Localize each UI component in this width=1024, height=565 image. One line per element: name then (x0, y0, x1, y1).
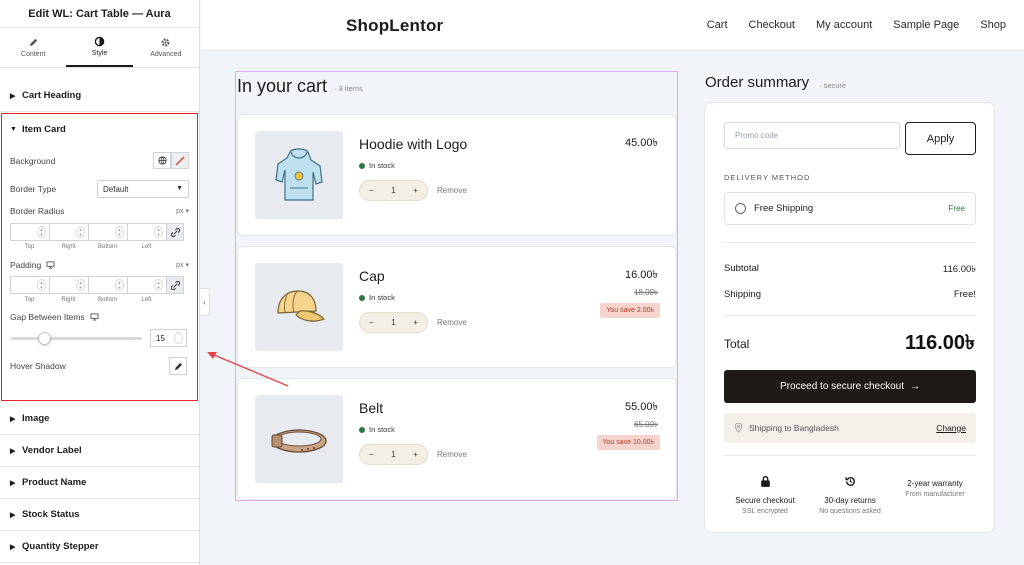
return-icon (845, 476, 855, 486)
shipping-destination: Shipping to Bangladesh Change (724, 413, 976, 443)
divider (724, 455, 976, 456)
shipping-label: Shipping (724, 289, 761, 300)
arrow-right-icon: → (909, 381, 920, 392)
subtotal-label: Subtotal (724, 263, 759, 274)
promo-code-input[interactable]: Promo code (724, 122, 900, 149)
trust-badge: Secure checkout SSL encrypted (720, 475, 810, 515)
map-pin-icon (734, 423, 743, 433)
change-link[interactable]: Change (936, 423, 966, 433)
shipping-row: Shipping Free! (724, 289, 976, 300)
total-label: Total (724, 337, 750, 351)
divider (724, 315, 976, 316)
trust-title: 30-day returns (824, 496, 876, 505)
order-summary-heading: Order summary (705, 74, 810, 91)
trust-subtitle: SSL encrypted (742, 508, 788, 515)
delivery-method-label: DELIVERY METHOD (724, 173, 811, 182)
trust-title: 2-year warranty (907, 479, 963, 488)
shipping-option-label: Free Shipping (754, 203, 814, 214)
ship-to-label: Shipping to Bangladesh (749, 423, 839, 433)
divider (724, 242, 976, 243)
secure-label: · secure (819, 81, 847, 90)
checkout-button[interactable]: Proceed to secure checkout → (724, 370, 976, 403)
shipping-option[interactable]: Free Shipping Free (724, 192, 976, 225)
lock-icon (760, 475, 770, 487)
shipping-value: Free! (953, 289, 976, 300)
trust-subtitle: No questions asked (819, 508, 881, 515)
apply-button[interactable]: Apply (905, 122, 976, 155)
radio-button[interactable] (735, 203, 746, 214)
trust-title: Secure checkout (735, 496, 795, 505)
subtotal-row: Subtotal 116.00৳ (724, 263, 976, 278)
trust-badge: 2-year warranty From manufacturer (890, 476, 980, 498)
checkout-label: Proceed to secure checkout (780, 381, 904, 392)
order-summary-card: Promo code Apply DELIVERY METHOD Free Sh… (704, 102, 995, 533)
shipping-option-price: Free (948, 204, 965, 213)
total-value: 116.00৳ (904, 332, 975, 354)
trust-subtitle: From manufacturer (905, 491, 965, 498)
subtotal-value: 116.00৳ (942, 264, 976, 275)
trust-badge: 30-day returns No questions asked (805, 475, 895, 515)
